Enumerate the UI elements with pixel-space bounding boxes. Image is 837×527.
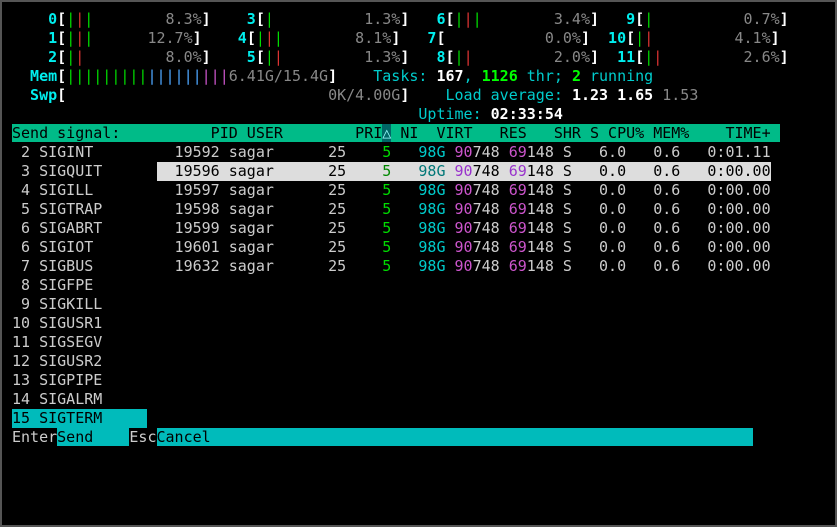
signal-item-sigusr1[interactable]: 10 SIGUSR1 [12,314,147,333]
key-enter[interactable]: Enter [12,428,57,446]
signal-item-sigtrap[interactable]: 5 SIGTRAP [12,200,147,219]
process-row[interactable]: 19599 sagar 25 5 98G 90748 69148 S 0.0 0… [157,219,771,238]
process-row[interactable]: 19596 sagar 25 5 98G 90748 69148 S 0.0 0… [157,162,771,181]
signal-item-sigquit[interactable]: 3 SIGQUIT [12,162,147,181]
signal-item-sigpipe[interactable]: 13 SIGPIPE [12,371,147,390]
action-send[interactable]: Send [57,428,129,446]
signal-item-sigabrt[interactable]: 6 SIGABRT [12,219,147,238]
signal-item-sigint[interactable]: 2 SIGINT [12,143,147,162]
signal-item-sigkill[interactable]: 9 SIGKILL [12,295,147,314]
action-cancel[interactable]: Cancel [157,428,753,446]
process-row[interactable]: 19598 sagar 25 5 98G 90748 69148 S 0.0 0… [157,200,771,219]
signal-panel-header: Send signal: [12,124,157,142]
footer-bar: EnterSend EscCancel [12,428,825,447]
process-row[interactable]: 19601 sagar 25 5 98G 90748 69148 S 0.0 0… [157,238,771,257]
signal-item-sigill[interactable]: 4 SIGILL [12,181,147,200]
signal-item-sigiot[interactable]: 6 SIGIOT [12,238,147,257]
signal-item-sigusr2[interactable]: 12 SIGUSR2 [12,352,147,371]
signal-item-sigterm[interactable]: 15 SIGTERM [12,409,147,428]
process-row[interactable]: 19592 sagar 25 5 98G 90748 69148 S 6.0 0… [157,143,771,162]
process-table-header[interactable]: PID USER PRI△ NI VIRT RES SHR S CPU% MEM… [157,124,780,142]
sort-indicator-icon: △ [382,124,391,142]
signal-item-sigbus[interactable]: 7 SIGBUS [12,257,147,276]
process-row[interactable]: 19632 sagar 25 5 98G 90748 69148 S 0.0 0… [157,257,771,276]
process-row[interactable]: 19597 sagar 25 5 98G 90748 69148 S 0.0 0… [157,181,771,200]
signal-item-sigalrm[interactable]: 14 SIGALRM [12,390,147,409]
signal-item-sigfpe[interactable]: 8 SIGFPE [12,276,147,295]
signal-item-sigsegv[interactable]: 11 SIGSEGV [12,333,147,352]
key-esc[interactable]: Esc [129,428,156,446]
